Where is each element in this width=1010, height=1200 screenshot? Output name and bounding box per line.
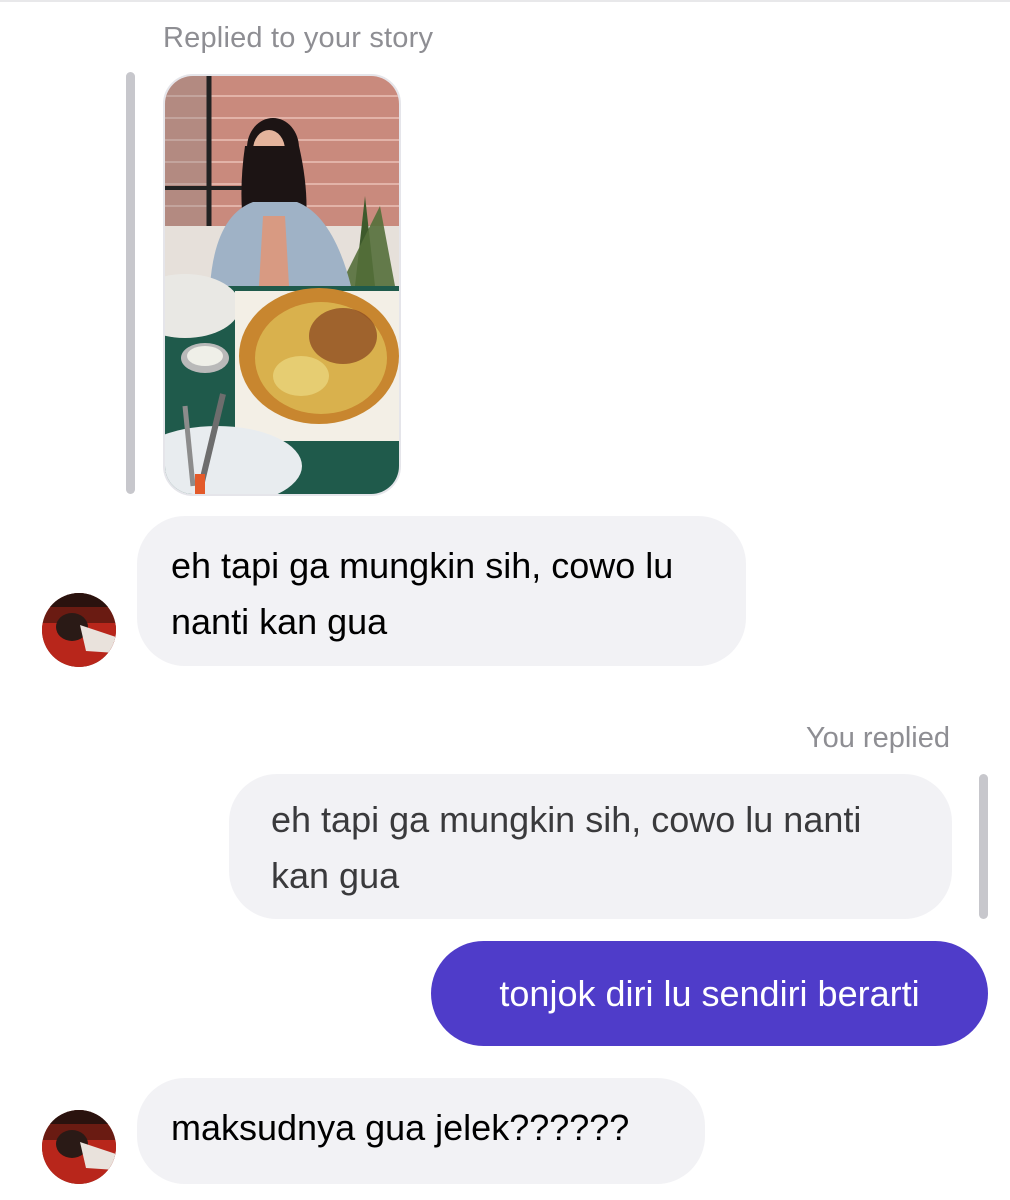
story-thumbnail[interactable] (163, 74, 401, 496)
contact-avatar[interactable] (42, 593, 116, 667)
story-reply-bar (126, 72, 135, 494)
story-reply-caption: Replied to your story (163, 22, 434, 54)
contact-avatar[interactable] (42, 1110, 116, 1184)
top-divider (0, 0, 1010, 2)
reply-quote-bar (979, 774, 988, 919)
incoming-message[interactable]: eh tapi ga mungkin sih, cowo lu nanti ka… (137, 516, 746, 666)
story-photo-image (165, 76, 399, 494)
outgoing-message[interactable]: tonjok diri lu sendiri berarti (431, 941, 988, 1046)
avatar-photo-icon (42, 1110, 116, 1184)
you-replied-label: You replied (805, 722, 950, 754)
incoming-message[interactable]: maksudnya gua jelek?????? (137, 1078, 705, 1184)
quoted-message[interactable]: eh tapi ga mungkin sih, cowo lu nanti ka… (229, 774, 952, 919)
avatar-photo-icon (42, 593, 116, 667)
